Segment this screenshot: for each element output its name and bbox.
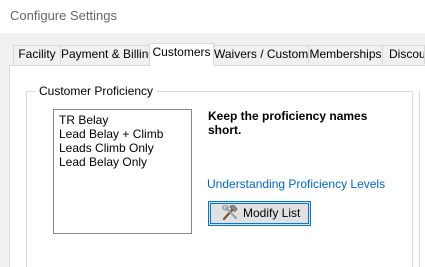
modify-list-label: Modify List	[243, 206, 301, 220]
list-item[interactable]: Lead Belay + Climb	[59, 127, 191, 141]
hammer-wrench-icon	[222, 205, 238, 221]
tab-waivers-custom[interactable]: Waivers / Custom	[213, 45, 309, 64]
tab-customers[interactable]: Customers	[149, 43, 214, 66]
window-title: Configure Settings	[10, 8, 117, 23]
tab-memberships[interactable]: Memberships	[308, 45, 383, 64]
group-title: Customer Proficiency	[36, 84, 157, 98]
proficiency-hint: Keep the proficiency names short.	[208, 109, 368, 137]
proficiency-listbox[interactable]: TR Belay Lead Belay + Climb Leads Climb …	[53, 109, 192, 234]
tab-strip: Facility Payment & Billing Customers Wai…	[0, 43, 425, 66]
list-item[interactable]: Leads Climb Only	[59, 141, 191, 155]
proficiency-help-link[interactable]: Understanding Proficiency Levels	[207, 177, 385, 191]
list-item[interactable]: TR Belay	[59, 113, 191, 127]
modify-list-button[interactable]: Modify List	[208, 201, 311, 226]
tab-discounts[interactable]: Discou	[382, 45, 425, 64]
panel-divider	[419, 91, 420, 267]
list-item[interactable]: Lead Belay Only	[59, 155, 191, 169]
tab-facility[interactable]: Facility	[13, 45, 61, 64]
title-bar: Configure Settings	[0, 0, 425, 33]
tab-payment-billing[interactable]: Payment & Billing	[60, 45, 151, 64]
